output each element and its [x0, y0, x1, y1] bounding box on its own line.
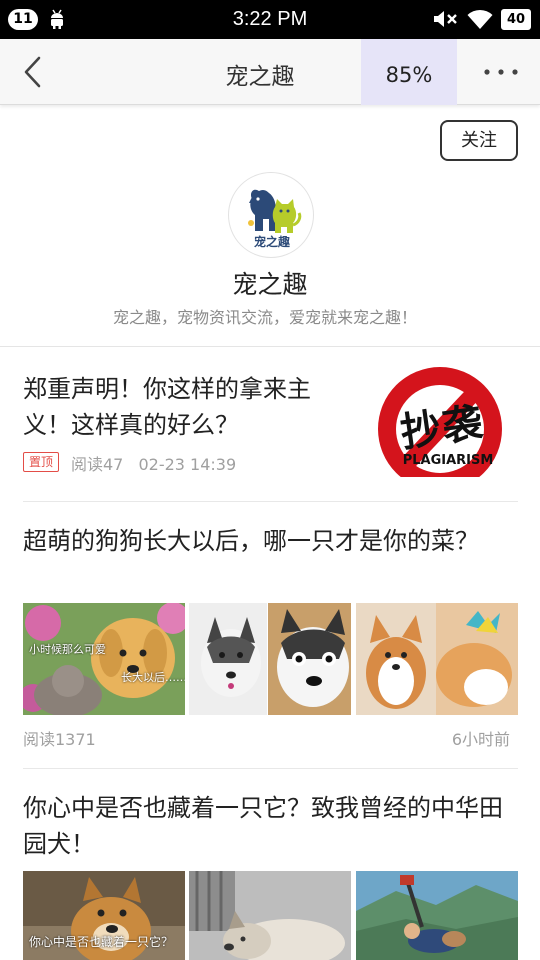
profile-description: 宠之趣，宠物资讯交流，爱宠就来宠之趣！: [112, 308, 417, 327]
pinned-badge: 置顶: [23, 452, 59, 472]
publish-time: 6小时前: [451, 730, 510, 749]
publish-time: 02-23 14:39: [138, 455, 237, 474]
divider: [0, 346, 540, 347]
article-title[interactable]: 郑重声明！你这样的拿来主义！这样真的好么？: [23, 371, 353, 443]
mute-icon: [434, 11, 457, 27]
divider: [23, 501, 518, 502]
image-caption: 长大以后……: [121, 671, 185, 684]
article-image[interactable]: [189, 871, 351, 960]
article-image[interactable]: [356, 871, 518, 960]
article-title[interactable]: 你心中是否也藏着一只它？致我曾经的中华田园犬！: [23, 790, 518, 862]
wifi-icon: [467, 9, 493, 30]
battery-indicator: 40: [501, 9, 531, 30]
zoom-level: 85%: [361, 39, 457, 105]
status-bar: 11 3:22 PM 40: [0, 0, 540, 39]
follow-button[interactable]: 关注: [440, 120, 518, 161]
app-header: 宠之趣 85%: [0, 39, 540, 105]
article-image[interactable]: 小时候那么可爱 长大以后……: [23, 603, 185, 715]
read-count: 阅读47: [71, 455, 124, 474]
divider: [23, 768, 518, 769]
read-count: 阅读1371: [23, 730, 96, 749]
avatar-text: 宠之趣: [253, 235, 290, 249]
article-image[interactable]: 你心中是否也藏着一只它？: [23, 871, 185, 960]
more-options-button[interactable]: [476, 59, 526, 85]
image-caption: 你心中是否也藏着一只它？: [29, 935, 174, 949]
article-image[interactable]: [189, 603, 351, 715]
thumbnail-subtext: PLAGIARISM: [402, 453, 494, 468]
image-caption: 小时候那么可爱: [29, 643, 106, 656]
article-image[interactable]: [356, 603, 518, 715]
article-meta: 阅读47 02-23 14:39: [71, 451, 246, 475]
article-title[interactable]: 超萌的狗狗长大以后，哪一只才是你的菜？: [23, 523, 518, 559]
article-thumbnail[interactable]: 抄袭 PLAGIARISM: [366, 365, 518, 477]
avatar[interactable]: 宠之趣: [228, 172, 314, 258]
profile-name: 宠之趣: [232, 270, 308, 299]
